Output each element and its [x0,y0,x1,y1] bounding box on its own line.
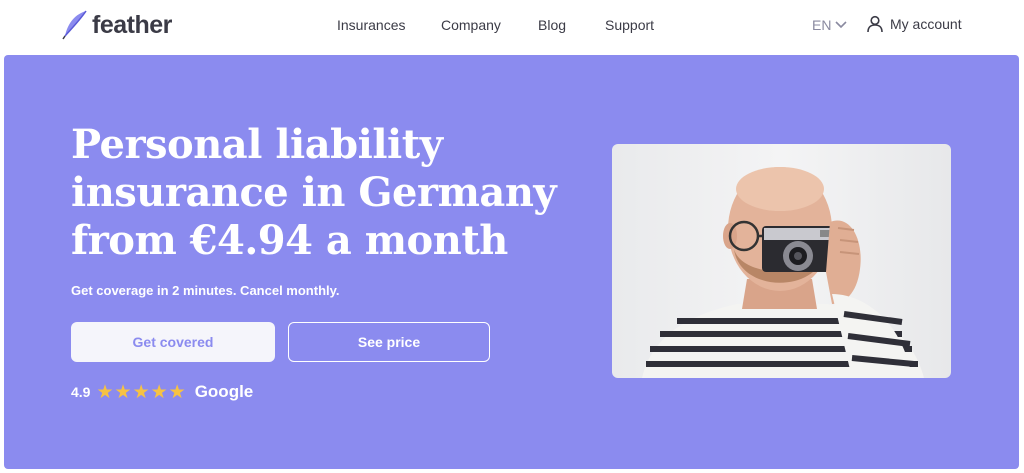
star-icon: ★ [114,381,132,403]
account-label: My account [890,16,962,32]
hero-headline: Personal liability insurance in Germany … [71,121,557,264]
star-icon: ★ [150,381,168,403]
feather-logo-icon [62,10,87,40]
nav-link-insurances[interactable]: Insurances [337,17,405,33]
get-covered-button[interactable]: Get covered [71,322,275,362]
nav-link-blog[interactable]: Blog [538,17,566,33]
chevron-down-icon [835,21,848,29]
rating-stars: ★ ★ ★ ★ ★ [96,383,185,402]
language-selector[interactable]: EN [812,17,848,33]
top-navigation: feather Insurances Company Blog Support … [0,0,1024,52]
rating-provider: Google [194,382,254,401]
nav-link-company[interactable]: Company [441,17,501,33]
man-with-camera-illustration [642,167,924,378]
star-icon: ★ [168,381,186,403]
star-icon: ★ [96,381,114,403]
hero-section: Personal liability insurance in Germany … [4,55,1019,469]
brand-name: feather [92,10,172,39]
my-account-link[interactable]: My account [866,15,962,33]
nav-link-support[interactable]: Support [605,17,654,33]
user-icon [867,15,883,33]
star-icon: ★ [132,381,150,403]
google-rating: 4.9 ★ ★ ★ ★ ★ Google [71,382,253,402]
hero-subheadline: Get coverage in 2 minutes. Cancel monthl… [71,283,340,298]
see-price-button[interactable]: See price [288,322,490,362]
language-label: EN [812,17,832,33]
brand-logo[interactable]: feather [62,10,172,40]
hero-photo [612,144,951,378]
rating-score: 4.9 [71,384,91,400]
